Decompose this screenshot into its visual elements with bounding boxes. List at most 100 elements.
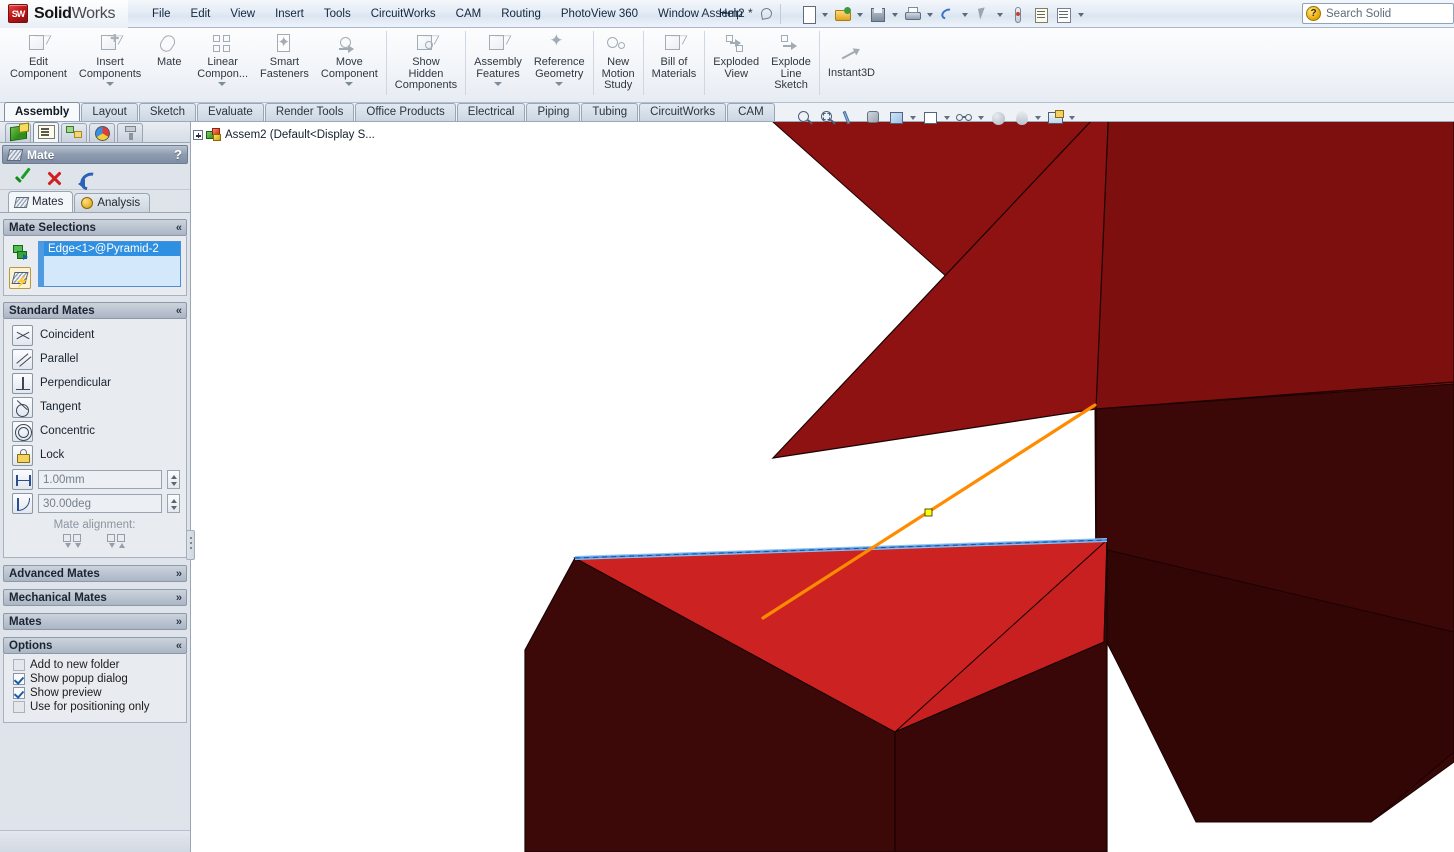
tab-render-tools[interactable]: Render Tools: [264, 103, 355, 121]
mate-angle-row[interactable]: 30.00deg: [9, 491, 180, 515]
new-document-caret-icon[interactable]: [819, 3, 830, 25]
options-icon[interactable]: [1052, 3, 1074, 25]
chevron-up-icon[interactable]: «: [176, 305, 182, 316]
ribbon-exploded-view[interactable]: Exploded View: [707, 28, 765, 100]
sub-tab-analysis[interactable]: Analysis: [74, 193, 151, 212]
mechanical-mates-header[interactable]: Mechanical Mates »: [3, 589, 187, 606]
mate-coincident[interactable]: Coincident: [9, 323, 180, 347]
cancel-button[interactable]: [45, 169, 64, 188]
feature-tree-root-label[interactable]: Assem2 (Default<Display S...: [225, 129, 375, 141]
open-folder-caret-icon[interactable]: [854, 3, 865, 25]
tab-layout[interactable]: Layout: [81, 103, 138, 121]
ribbon-move-component[interactable]: Move Component: [315, 28, 384, 100]
tab-piping[interactable]: Piping: [526, 103, 581, 121]
standard-mates-header[interactable]: Standard Mates «: [3, 302, 187, 319]
undo-icon[interactable]: [936, 3, 958, 25]
option-add-to-new-folder[interactable]: Add to new folder: [11, 658, 181, 672]
menu-window[interactable]: Window: [648, 4, 709, 24]
checkbox[interactable]: [13, 701, 25, 713]
edit-appearance-icon[interactable]: [987, 106, 1009, 130]
checkbox[interactable]: [13, 673, 25, 685]
ribbon-reference-geometry[interactable]: ✦ Reference Geometry: [528, 28, 591, 100]
expand-tree-icon[interactable]: [193, 130, 203, 140]
mate-tangent[interactable]: Tangent: [9, 395, 180, 419]
save-icon[interactable]: [866, 3, 888, 25]
menu-view[interactable]: View: [220, 4, 265, 24]
tab-tubing[interactable]: Tubing: [581, 103, 639, 121]
mate-lock[interactable]: Lock: [9, 443, 180, 467]
ribbon-explode-line-sketch[interactable]: Explode Line Sketch: [765, 28, 817, 100]
feature-manager-tree-tab[interactable]: [5, 123, 31, 142]
menu-insert[interactable]: Insert: [265, 4, 314, 24]
ribbon-bill-of-materials[interactable]: Bill of Materials: [646, 28, 703, 100]
ribbon-linear-component-pattern[interactable]: Linear Compon...: [191, 28, 254, 100]
apply-scene-icon[interactable]: [1010, 106, 1032, 130]
configuration-manager-tab[interactable]: [61, 123, 87, 142]
advanced-mates-header[interactable]: Advanced Mates »: [3, 565, 187, 582]
ribbon-new-motion-study[interactable]: New Motion Study: [596, 28, 641, 100]
view-settings-icon[interactable]: [1044, 106, 1066, 130]
select-caret-icon[interactable]: [994, 3, 1005, 25]
options-caret-icon[interactable]: [1075, 3, 1086, 25]
chevron-down-icon[interactable]: [554, 81, 564, 87]
open-folder-icon[interactable]: [831, 3, 853, 25]
ribbon-show-hidden-components[interactable]: Show Hidden Components: [389, 28, 463, 100]
print-icon[interactable]: [901, 3, 923, 25]
chevron-down-icon[interactable]: »: [176, 616, 182, 627]
tab-electrical[interactable]: Electrical: [456, 103, 526, 121]
chevron-up-icon[interactable]: «: [176, 222, 182, 233]
ribbon-instant3d[interactable]: Instant3D: [822, 28, 881, 100]
menu-edit[interactable]: Edit: [181, 4, 221, 24]
entities-to-mate-icon[interactable]: [9, 241, 31, 263]
display-style-caret-icon[interactable]: [942, 106, 952, 130]
options-header[interactable]: Options «: [3, 637, 187, 654]
angle-value-input[interactable]: 30.00deg: [38, 493, 162, 513]
view-settings-caret-icon[interactable]: [1067, 106, 1077, 130]
list-item[interactable]: Edge<1>@Pyramid-2: [44, 242, 180, 256]
angle-stepper[interactable]: [167, 493, 180, 513]
chevron-down-icon[interactable]: [493, 81, 503, 87]
apply-scene-caret-icon[interactable]: [1033, 106, 1043, 130]
mate-distance-row[interactable]: 1.00mm: [9, 467, 180, 491]
tab-cam[interactable]: CAM: [727, 103, 775, 121]
menu-tools[interactable]: Tools: [314, 4, 361, 24]
sub-tab-mates[interactable]: Mates: [8, 191, 74, 212]
panel-splitter-handle[interactable]: [186, 530, 195, 560]
undo-button[interactable]: [78, 169, 97, 189]
aligned-button[interactable]: [61, 532, 85, 550]
chevron-up-icon[interactable]: «: [176, 640, 182, 651]
ribbon-edit-component[interactable]: Edit Component: [4, 28, 73, 100]
tab-circuitworks[interactable]: CircuitWorks: [639, 103, 727, 121]
distance-stepper[interactable]: [167, 469, 180, 489]
tab-office-products[interactable]: Office Products: [355, 103, 456, 121]
selected-entities-list[interactable]: Edge<1>@Pyramid-2: [38, 241, 181, 287]
accept-ok-button[interactable]: [12, 169, 31, 188]
hide-show-items-icon[interactable]: [953, 106, 975, 130]
cam-manager-tab[interactable]: [117, 123, 143, 142]
chevron-down-icon[interactable]: [105, 81, 115, 87]
mate-perpendicular[interactable]: Perpendicular: [9, 371, 180, 395]
pushpin-icon[interactable]: [757, 5, 775, 23]
ribbon-mate[interactable]: Mate: [147, 28, 191, 100]
menu-routing[interactable]: Routing: [491, 4, 551, 24]
tab-sketch[interactable]: Sketch: [138, 103, 197, 121]
file-properties-icon[interactable]: [1029, 3, 1051, 25]
save-caret-icon[interactable]: [889, 3, 900, 25]
graphics-viewport[interactable]: [191, 122, 1454, 852]
view-orientation-caret-icon[interactable]: [908, 106, 918, 130]
zoom-to-fit-icon[interactable]: [793, 106, 815, 130]
zoom-to-area-icon[interactable]: [816, 106, 838, 130]
mate-concentric[interactable]: Concentric: [9, 419, 180, 443]
view-orientation-icon[interactable]: [885, 106, 907, 130]
ribbon-smart-fasteners[interactable]: ✦ Smart Fasteners: [254, 28, 315, 100]
checkbox[interactable]: [13, 659, 25, 671]
menu-file[interactable]: File: [142, 4, 181, 24]
print-caret-icon[interactable]: [924, 3, 935, 25]
help-icon[interactable]: ?: [174, 147, 182, 162]
chevron-down-icon[interactable]: [344, 81, 354, 87]
display-manager-tab[interactable]: [89, 123, 115, 142]
multiple-mate-mode-icon[interactable]: ⚡: [9, 267, 31, 289]
tab-evaluate[interactable]: Evaluate: [197, 103, 264, 121]
menu-circuitworks[interactable]: CircuitWorks: [361, 4, 446, 24]
mates-list-header[interactable]: Mates »: [3, 613, 187, 630]
